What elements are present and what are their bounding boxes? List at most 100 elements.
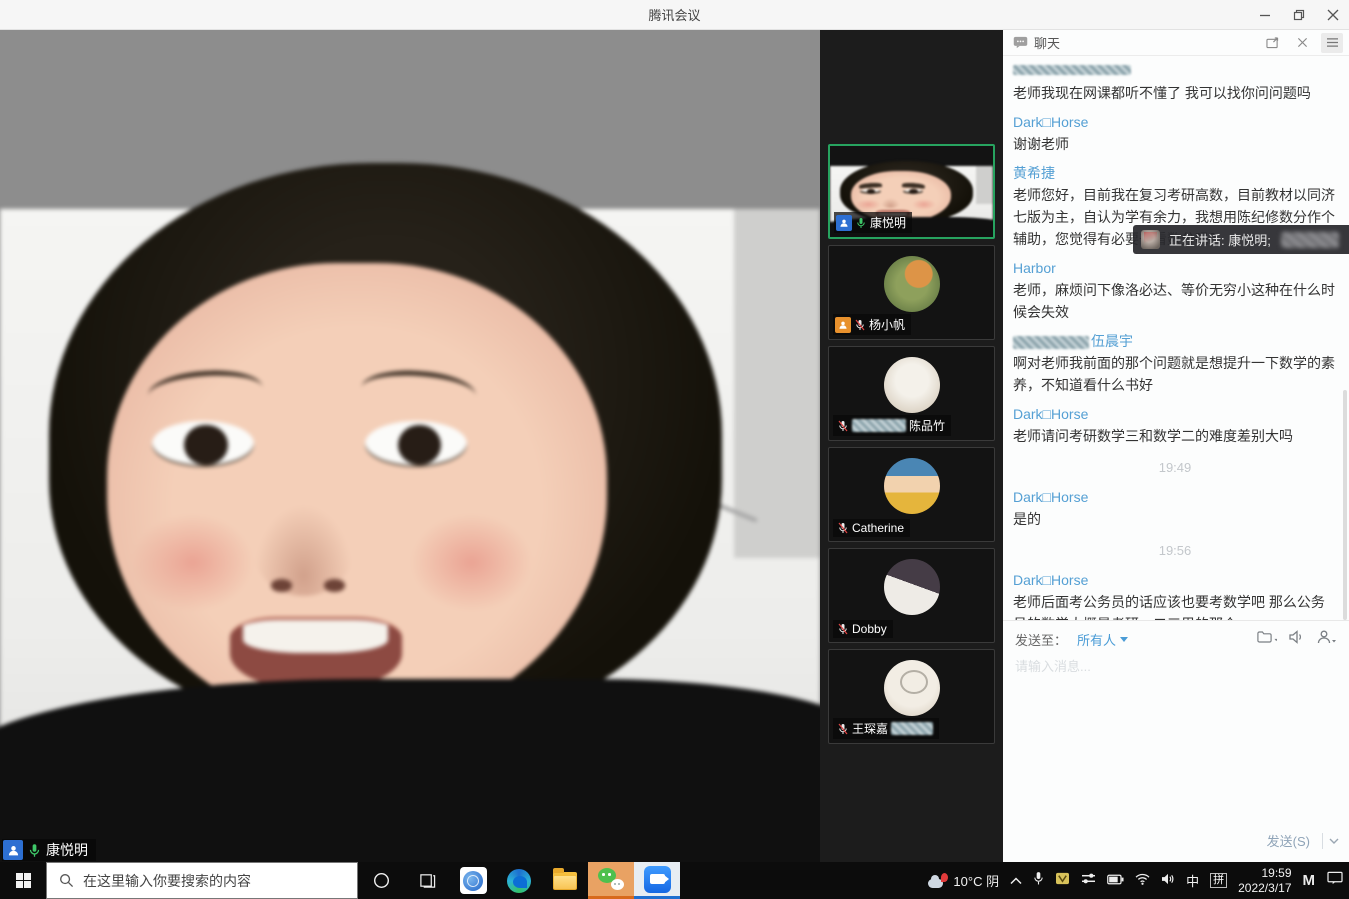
wechat-icon — [598, 868, 624, 890]
volume-icon[interactable] — [1161, 872, 1175, 890]
speaking-toast-text: 正在讲话: 康悦明; — [1169, 230, 1271, 249]
chat-sender: 伍晨宇 — [1013, 330, 1337, 352]
task-view-icon — [419, 872, 436, 889]
mic-muted-icon — [837, 420, 849, 432]
mic-muted-icon — [837, 522, 849, 534]
send-to-label: 发送至： — [1015, 630, 1067, 649]
close-button[interactable] — [1327, 9, 1339, 21]
chat-menu-icon[interactable] — [1321, 33, 1343, 53]
chat-message: 啊对老师我前面的那个问题就是想提升一下数学的素养，不知道看什么书好 — [1013, 352, 1337, 396]
mic-muted-icon — [854, 319, 866, 331]
windows-taskbar: 在这里输入你要搜索的内容 10°C 阴 — [0, 862, 1349, 899]
search-placeholder: 在这里输入你要搜索的内容 — [83, 871, 251, 891]
participant-name: 康悦明 — [870, 214, 906, 231]
popout-icon[interactable] — [1261, 33, 1283, 53]
send-to-dropdown[interactable]: 所有人 — [1077, 630, 1128, 649]
speaker-name: 康悦明 — [46, 840, 88, 860]
restore-button[interactable] — [1293, 9, 1305, 21]
participant-tile-catherine[interactable]: Catherine — [828, 447, 995, 542]
participant-tile-wangchenjia[interactable]: 王琛嘉 — [828, 649, 995, 744]
tencent-meeting-window: 腾讯会议 — [0, 0, 1349, 899]
tray-mic-icon[interactable] — [1033, 871, 1044, 891]
tray-app-icon[interactable] — [1055, 872, 1070, 890]
taskbar-app-explorer[interactable] — [542, 862, 588, 899]
mic-muted-icon — [837, 723, 849, 735]
participant-tile-chenpinzhu[interactable]: 陈品竹 — [828, 346, 995, 441]
tray-toggles-icon[interactable] — [1081, 872, 1096, 890]
divider — [1322, 833, 1323, 849]
close-chat-icon[interactable] — [1291, 33, 1313, 53]
file-send-icon[interactable] — [1257, 630, 1277, 649]
minimize-button[interactable] — [1259, 9, 1271, 21]
taskbar-clock[interactable]: 19:59 2022/3/17 — [1238, 866, 1291, 896]
participant-name-badge: 王琛嘉 — [833, 718, 939, 739]
chat-sender: Harbor — [1013, 257, 1337, 279]
participant-tile-dobby[interactable]: Dobby — [828, 548, 995, 643]
system-tray: 10°C 阴 中 拼 19:59 2022/3/17 M — [928, 862, 1349, 899]
participant-name: 杨小帆 — [869, 316, 905, 333]
participant-tile-yangxiaofan[interactable]: 杨小帆 — [828, 245, 995, 340]
weather-icon — [928, 873, 948, 888]
host-role-icon — [836, 215, 852, 231]
cohost-role-icon — [835, 317, 851, 333]
cortana-icon — [373, 872, 390, 889]
censored-text — [891, 722, 933, 735]
participant-tile-kangyueming[interactable]: 康悦明 — [828, 144, 995, 239]
chat-message: 是的 — [1013, 508, 1337, 530]
chat-input[interactable] — [1003, 653, 1349, 680]
avatar-pearl-earring — [884, 458, 940, 514]
weather-widget[interactable]: 10°C 阴 — [928, 871, 999, 890]
tencent-meeting-icon — [644, 866, 671, 893]
taskbar-app-edge[interactable] — [496, 862, 542, 899]
wifi-icon[interactable] — [1135, 872, 1150, 890]
chat-header: 聊天 — [1003, 30, 1349, 56]
battery-icon[interactable] — [1107, 872, 1124, 890]
speaking-toast: 正在讲话: 康悦明; — [1133, 225, 1349, 254]
tray-expand-chevron-icon[interactable] — [1010, 872, 1022, 890]
chat-message: 老师我现在网课都听不懂了 我可以找你问问题吗 — [1013, 82, 1337, 104]
taskbar-search[interactable]: 在这里输入你要搜索的内容 — [46, 862, 358, 899]
send-options-chevron-icon[interactable] — [1329, 838, 1339, 844]
task-view-button[interactable] — [404, 862, 450, 899]
ime-mode-indicator[interactable]: 拼 — [1210, 873, 1227, 888]
taskbar-app-browser[interactable] — [450, 862, 496, 899]
chat-panel: 聊天 老师我现在网课都听不懂了 我可以找你问问题吗 Dark□Horse 谢谢老… — [1003, 30, 1349, 862]
chat-scrollbar[interactable] — [1343, 390, 1347, 620]
im-tray-logo[interactable]: M — [1303, 872, 1317, 889]
chat-footer: 发送至： 所有人 发送(S) — [1003, 620, 1349, 862]
censored-sender — [1013, 58, 1337, 80]
taskbar-app-meeting[interactable] — [634, 862, 680, 899]
sound-icon[interactable] — [1289, 630, 1305, 649]
speaker-name-badge: 康悦明 — [2, 839, 96, 861]
chat-message: 老师请问考研数学三和数学二的难度差别大吗 — [1013, 425, 1337, 447]
censored-text — [852, 419, 906, 432]
participant-name-badge: Dobby — [833, 620, 893, 638]
participant-rail: 康悦明 杨小帆 陈品竹 — [820, 30, 1003, 862]
action-center-icon[interactable] — [1327, 871, 1343, 890]
avatar-sketch — [884, 660, 940, 716]
send-button[interactable]: 发送(S) — [1261, 829, 1316, 852]
avatar-corgi — [884, 256, 940, 312]
chat-timestamp: 19:56 — [1013, 540, 1337, 562]
titlebar: 腾讯会议 — [0, 0, 1349, 30]
participant-name: Catherine — [852, 521, 904, 535]
windows-logo-icon — [16, 873, 31, 888]
chat-message: 老师，麻烦问下像洛必达、等价无穷小这种在什么时候会失效 — [1013, 279, 1337, 323]
participant-name-badge: 杨小帆 — [833, 314, 911, 335]
chat-message-list[interactable]: 老师我现在网课都听不懂了 我可以找你问问题吗 Dark□Horse 谢谢老师 黄… — [1003, 56, 1349, 620]
participant-name: 陈品竹 — [909, 417, 945, 434]
toast-speaker-avatar — [1141, 230, 1160, 249]
chat-title: 聊天 — [1034, 33, 1261, 52]
clock-time: 19:59 — [1238, 866, 1291, 881]
avatar-anime-pale — [884, 357, 940, 413]
taskbar-app-wechat[interactable] — [588, 862, 634, 899]
member-select-icon[interactable] — [1317, 630, 1337, 649]
participant-name-badge: 康悦明 — [834, 212, 912, 233]
window-title: 腾讯会议 — [648, 5, 700, 24]
main-video[interactable]: 康悦明 — [0, 30, 820, 862]
start-button[interactable] — [0, 862, 46, 899]
cortana-button[interactable] — [358, 862, 404, 899]
edge-icon — [507, 869, 531, 893]
ime-language-indicator[interactable]: 中 — [1186, 871, 1199, 890]
chevron-down-icon — [1120, 637, 1128, 642]
